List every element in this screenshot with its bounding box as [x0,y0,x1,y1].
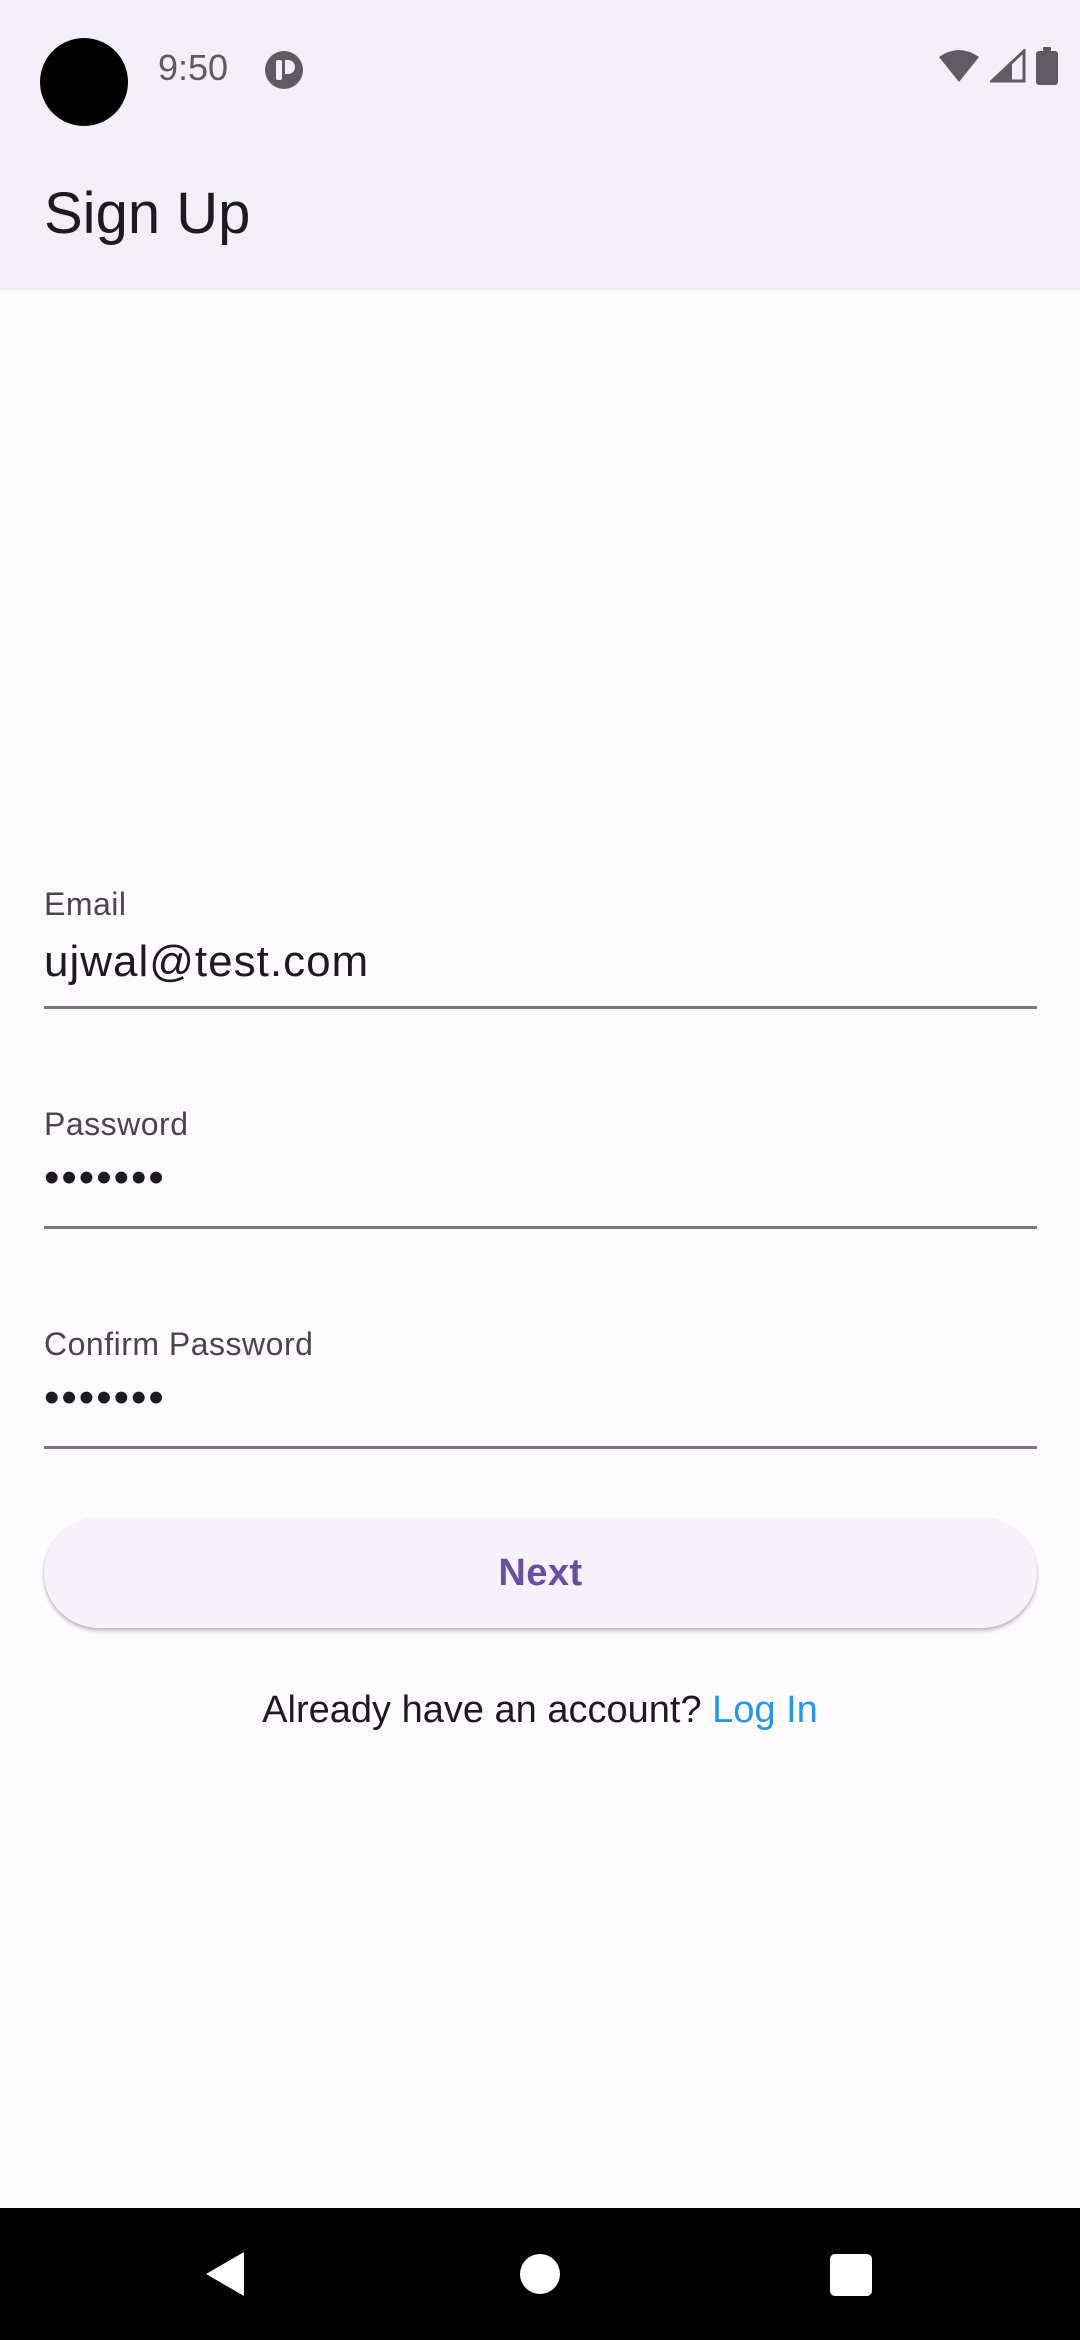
password-field[interactable]: Password ••••••• [44,1104,1037,1229]
page-title: Sign Up [44,181,251,246]
home-icon[interactable] [520,2254,560,2294]
navigation-bar [0,2208,1080,2340]
status-icons [938,46,1058,90]
email-input[interactable]: ujwal@test.com [44,934,369,990]
password-label: Password [44,1106,189,1142]
wifi-icon [938,49,980,88]
password-input[interactable]: ••••••• [44,1150,166,1206]
back-icon[interactable] [202,2250,250,2298]
pause-circle-icon [264,50,304,90]
confirm-password-label: Confirm Password [44,1326,314,1362]
status-time: 9:50 [158,47,229,88]
battery-icon [1036,46,1058,90]
login-prompt: Already have an account? Log In [0,1686,1080,1734]
next-button[interactable]: Next [44,1518,1037,1628]
email-label: Email [44,886,127,922]
camera-cutout [40,38,128,126]
confirm-password-field[interactable]: Confirm Password ••••••• [44,1324,1037,1449]
recents-icon[interactable] [830,2254,872,2296]
login-prompt-text: Already have an account? [262,1689,713,1731]
email-field[interactable]: Email ujwal@test.com [44,884,1037,1009]
status-bar: 9:50 [0,0,1080,138]
cellular-signal-icon [988,47,1026,88]
confirm-password-input[interactable]: ••••••• [44,1370,166,1426]
login-link[interactable]: Log In [712,1689,818,1731]
app-bar: Sign Up [0,138,1080,290]
